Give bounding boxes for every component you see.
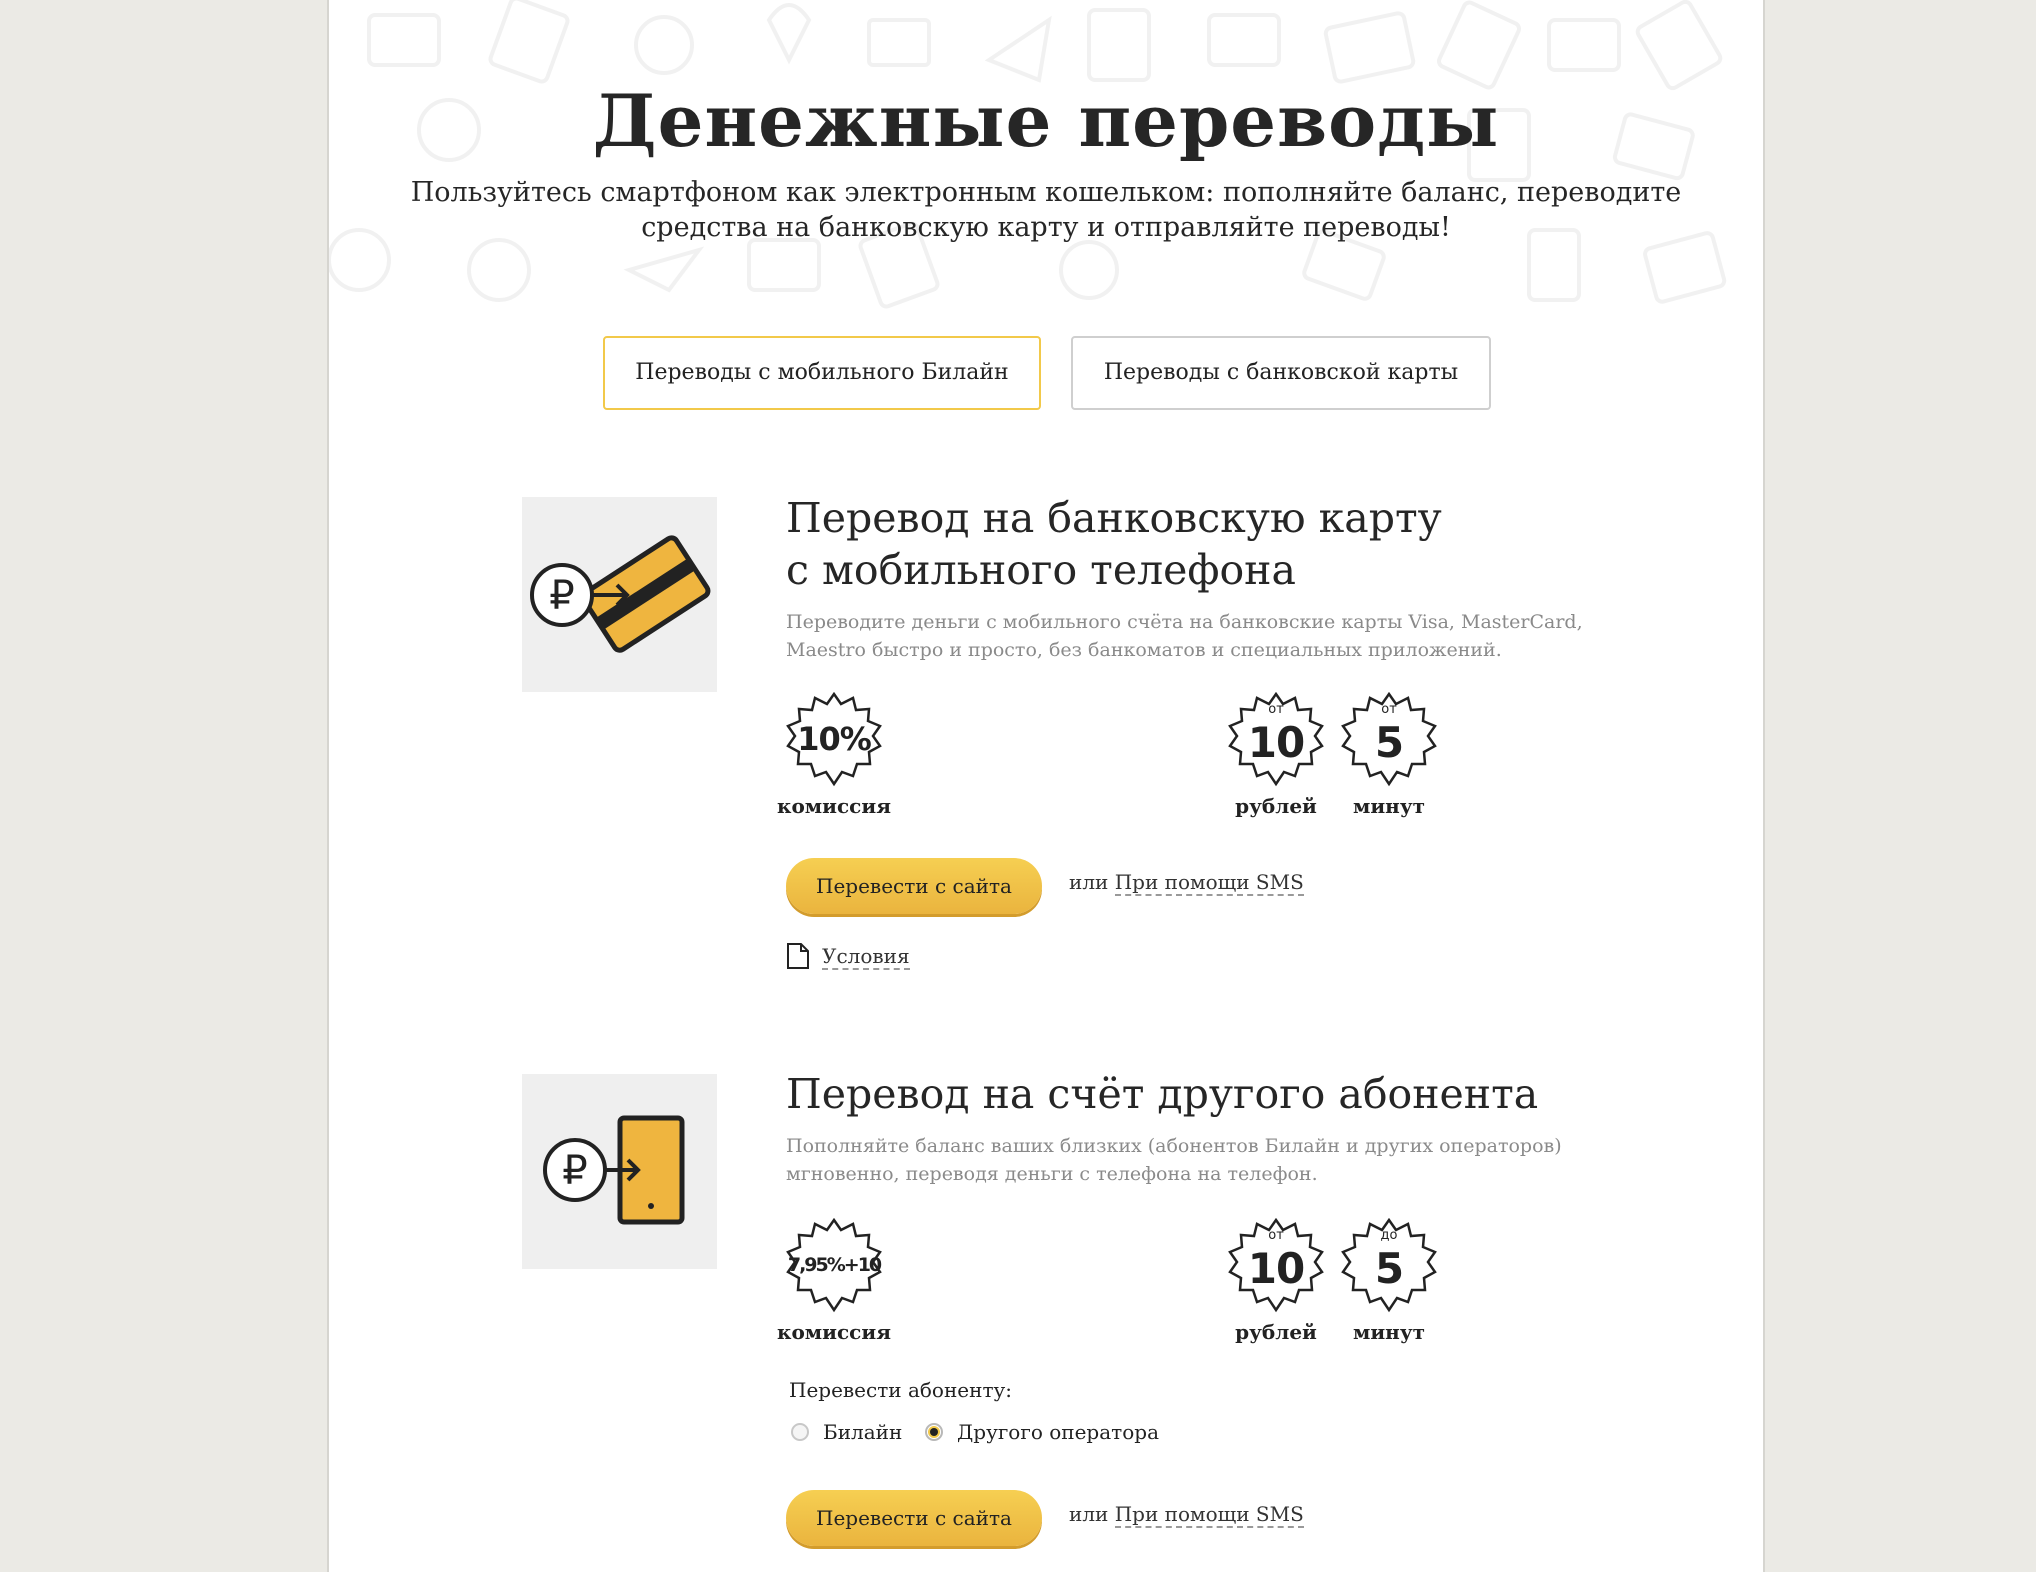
badge-prefix: от: [1268, 702, 1284, 717]
badge-label: комиссия: [777, 794, 891, 818]
badge-value: 10: [1247, 718, 1305, 767]
phone-transfer-icon: ₽: [522, 1074, 717, 1269]
or-text: или: [1069, 870, 1109, 894]
badge-value: 10%: [797, 720, 872, 758]
badge-value: 5: [1374, 718, 1404, 767]
recipient-radio-title: Перевести абоненту:: [789, 1378, 1013, 1402]
radio-other-operator-control[interactable]: [925, 1423, 943, 1441]
page-container: Денежные переводы Пользуйтесь смартфоном…: [327, 0, 1765, 1572]
radio-beeline-control[interactable]: [791, 1423, 809, 1441]
section-card-title-line1: Перевод на банковскую карту: [786, 494, 1442, 542]
svg-text:₽: ₽: [562, 1148, 587, 1194]
badge-prefix: от: [1268, 1228, 1284, 1243]
badge-label: комиссия: [777, 1320, 891, 1344]
radio-other-operator-label: Другого оператора: [957, 1420, 1159, 1444]
badge-prefix: от: [1381, 702, 1397, 717]
svg-text:₽: ₽: [549, 573, 574, 619]
tab-mobile-transfers[interactable]: Переводы с мобильного Билайн: [603, 336, 1041, 410]
or-text: или: [1069, 1502, 1109, 1526]
background-pattern: [329, 0, 1727, 309]
page-subtitle: Пользуйтесь смартфоном как электронным к…: [410, 177, 1682, 243]
sms-alternative: или При помощи SMS: [1069, 870, 1304, 896]
badge-value: 5: [1374, 1244, 1404, 1293]
section-subscriber-description: Пополняйте баланс ваших близких (абонент…: [786, 1135, 1562, 1185]
badge-label: рублей: [1235, 794, 1317, 818]
transfer-from-site-button[interactable]: Перевести с сайта: [786, 1490, 1042, 1546]
section-card-title: Перевод на банковскую карту с мобильного…: [786, 492, 1442, 596]
badge-value: 10: [1247, 1244, 1305, 1293]
section-subscriber-title: Перевод на счёт другого абонента: [786, 1070, 1539, 1118]
section-card-description: Переводите деньги с мобильного счёта на …: [786, 611, 1583, 661]
conditions-link[interactable]: Условия: [822, 944, 910, 970]
transfer-from-site-button[interactable]: Перевести с сайта: [786, 858, 1042, 914]
badge-value: 7,95%+10: [787, 1254, 882, 1276]
badge-label: рублей: [1235, 1320, 1317, 1344]
badge-label: минут: [1352, 794, 1426, 818]
card-transfer-icon: ₽: [522, 497, 717, 692]
badge-label: минут: [1352, 1320, 1426, 1344]
sms-link[interactable]: При помощи SMS: [1114, 1502, 1304, 1528]
page-title: Денежные переводы: [592, 78, 1500, 163]
tab-card-transfers[interactable]: Переводы с банковской карты: [1071, 336, 1491, 410]
document-icon: [787, 943, 809, 969]
section-card-title-line2: с мобильного телефона: [786, 546, 1296, 594]
badge-prefix: до: [1380, 1228, 1398, 1243]
sms-alternative: или При помощи SMS: [1069, 1502, 1304, 1528]
sms-link[interactable]: При помощи SMS: [1114, 870, 1304, 896]
radio-beeline-label: Билайн: [823, 1420, 903, 1444]
